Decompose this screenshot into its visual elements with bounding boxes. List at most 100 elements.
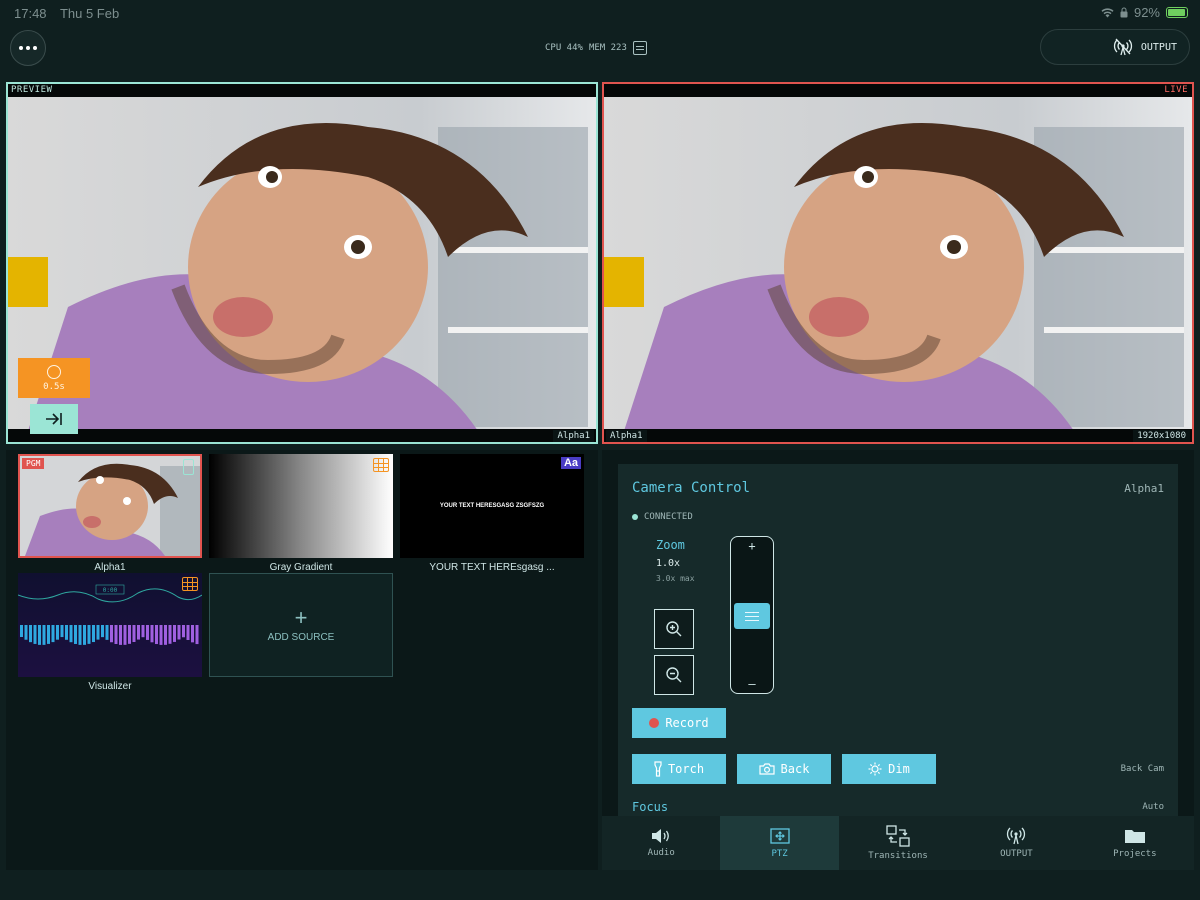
- visualizer-bar: [132, 625, 136, 642]
- source-tile-alpha1[interactable]: PGM Alpha1: [18, 454, 202, 573]
- visualizer-bar: [182, 625, 185, 638]
- record-label: Record: [665, 716, 709, 730]
- visualizer-bar: [96, 625, 100, 640]
- status-date: Thu 5 Feb: [59, 6, 120, 21]
- source-thumbnail: 0:00: [18, 573, 202, 677]
- tab-projects[interactable]: Projects: [1076, 816, 1194, 870]
- add-source-label: ADD SOURCE: [267, 631, 335, 643]
- torch-label: Torch: [667, 762, 705, 776]
- slider-plus-icon: +: [748, 539, 756, 553]
- source-tile-visualizer[interactable]: 0:00 Visualizer: [18, 573, 202, 692]
- zoom-title: Zoom: [656, 538, 685, 552]
- tab-output[interactable]: OUTPUT: [957, 816, 1075, 870]
- phone-camera-icon: [183, 459, 194, 475]
- tab-label: Audio: [647, 848, 675, 858]
- preview-video: [8, 97, 596, 429]
- visualizer-bar: [137, 625, 140, 640]
- battery-percent: 92%: [1133, 5, 1160, 20]
- dim-button[interactable]: Dim: [842, 754, 936, 784]
- cut-button[interactable]: [30, 404, 78, 434]
- zoom-slider[interactable]: + —: [730, 536, 774, 694]
- broadcast-icon: [1007, 827, 1026, 845]
- visualizer-bar: [47, 625, 50, 644]
- more-menu-button[interactable]: [10, 30, 46, 66]
- mem-usage: MEM 223: [588, 43, 627, 53]
- visualizer-bar: [159, 625, 163, 645]
- sun-icon: [868, 762, 882, 776]
- status-bar-right: 92%: [1101, 5, 1188, 20]
- status-dot: [632, 514, 638, 520]
- preview-monitor[interactable]: PREVIEW 0.5s Alpha1: [6, 82, 598, 444]
- visualizer-bar: [114, 625, 118, 645]
- zoom-out-button[interactable]: [654, 655, 694, 695]
- connection-status: CONNECTED: [632, 512, 693, 522]
- zoom-slider-handle[interactable]: [734, 603, 770, 629]
- camera-name: Alpha1: [1124, 482, 1164, 495]
- add-source-button[interactable]: + ADD SOURCE: [209, 573, 393, 677]
- visualizer-bar: [42, 625, 46, 645]
- live-source-name: Alpha1: [606, 430, 647, 442]
- zoom-max: 3.0x max: [656, 574, 695, 583]
- visualizer-bar: [123, 625, 127, 645]
- source-name: Visualizer: [88, 681, 132, 692]
- tab-label: PTZ: [771, 849, 788, 859]
- tab-transitions[interactable]: Transitions: [839, 816, 957, 870]
- bottom-tab-bar: Audio PTZ Transitions OUTPUT Projects: [602, 816, 1194, 870]
- panel-title: Camera Control: [632, 480, 751, 496]
- source-tile-gray-gradient[interactable]: Gray Gradient: [209, 454, 393, 573]
- plus-icon: +: [294, 604, 308, 630]
- source-thumbnail: [209, 454, 393, 558]
- ptz-icon: [769, 828, 790, 844]
- back-camera-button[interactable]: Back: [737, 754, 831, 784]
- tab-audio[interactable]: Audio: [602, 816, 720, 870]
- source-tile-text[interactable]: YOUR TEXT HERESGASG ZSGFSZG Aa YOUR TEXT…: [400, 454, 584, 573]
- visualizer-bar: [74, 625, 77, 644]
- visualizer-bar: [87, 625, 91, 644]
- camera-control-panel: Camera Control Alpha1 CONNECTED Zoom 1.0…: [602, 450, 1194, 870]
- visualizer-bar: [128, 625, 131, 644]
- stats-panel-icon[interactable]: [632, 41, 647, 55]
- live-monitor: LIVE Alpha1 1920x1080: [602, 82, 1194, 444]
- camera-control-card: Camera Control Alpha1 CONNECTED Zoom 1.0…: [618, 464, 1178, 816]
- arrow-to-line-icon: [46, 413, 62, 425]
- broadcast-off-icon: [1113, 38, 1132, 56]
- speaker-icon: [652, 829, 670, 843]
- visualizer-bar: [65, 625, 68, 640]
- record-dot-icon: [649, 718, 660, 728]
- lock-rotation-icon: [1120, 7, 1128, 18]
- visualizer-bar: [168, 625, 172, 644]
- preview-source-name: Alpha1: [553, 430, 594, 442]
- tab-label: Projects: [1113, 849, 1157, 859]
- camera-icon: [758, 763, 775, 775]
- visualizer-readout: 0:00: [103, 587, 118, 594]
- source-name: Gray Gradient: [269, 562, 333, 573]
- zoom-in-button[interactable]: [654, 609, 694, 649]
- source-thumbnail: YOUR TEXT HERESGASG ZSGFSZG Aa: [400, 454, 584, 558]
- output-label: OUTPUT: [1140, 41, 1177, 53]
- tab-ptz[interactable]: PTZ: [720, 816, 839, 870]
- live-video: [604, 97, 1192, 429]
- grid-icon: [373, 458, 389, 472]
- visualizer-bar: [195, 625, 199, 645]
- visualizer-bar: [191, 625, 194, 643]
- sources-panel: PGM Alpha1 Gray Gradient YOUR TEXT HERES…: [6, 450, 598, 870]
- visualizer-bar: [92, 625, 95, 643]
- visualizer-bar: [51, 625, 55, 643]
- record-button[interactable]: Record: [632, 708, 726, 738]
- slider-minus-icon: —: [748, 677, 756, 691]
- output-button[interactable]: OUTPUT: [1040, 29, 1190, 65]
- flashlight-icon: [654, 761, 662, 777]
- visualizer-bar: [83, 625, 86, 645]
- visualizer-bar: [110, 625, 113, 643]
- tab-label: OUTPUT: [1000, 849, 1033, 859]
- visualizer-bar: [146, 625, 149, 640]
- torch-button[interactable]: Torch: [632, 754, 726, 784]
- visualizer-bar: [141, 625, 145, 638]
- visualizer-bar: [155, 625, 158, 645]
- dim-label: Dim: [888, 762, 910, 776]
- transition-button[interactable]: 0.5s: [18, 358, 90, 398]
- source-name: YOUR TEXT HEREsgasg ...: [429, 562, 555, 573]
- tab-label: Transitions: [868, 851, 928, 861]
- visualizer-bar: [119, 625, 122, 645]
- visualizer-bar: [29, 625, 32, 643]
